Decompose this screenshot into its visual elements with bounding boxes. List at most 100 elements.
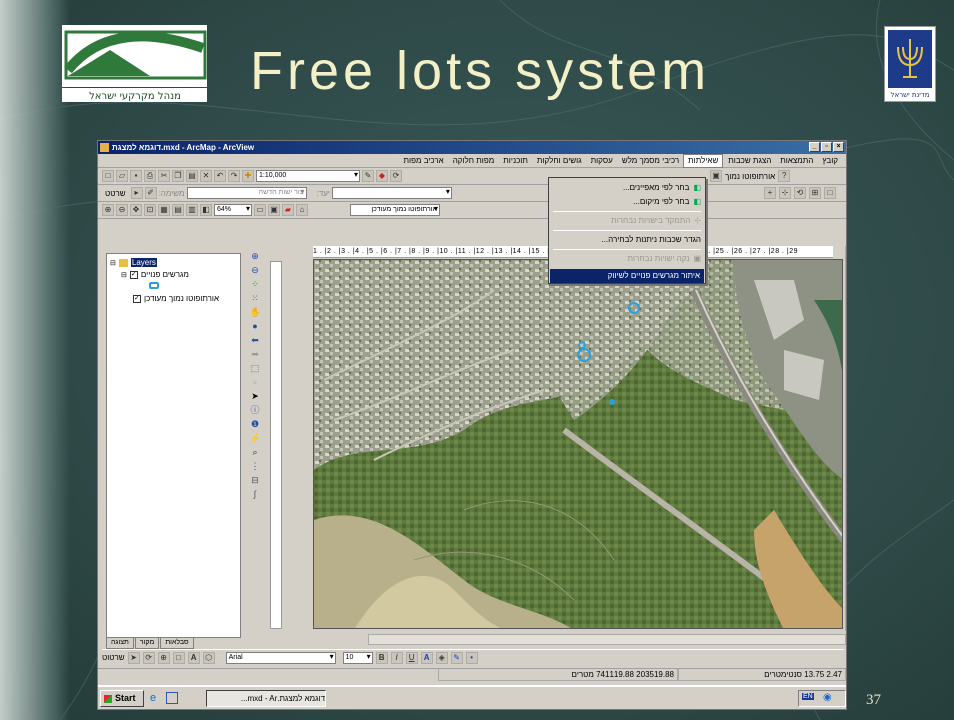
fixed-zoom-in-icon[interactable]: ▤ <box>172 204 184 216</box>
line-color-icon[interactable]: ✎ <box>450 651 463 664</box>
layout-icon[interactable]: ⌂ <box>296 204 308 216</box>
edit-tool-icon[interactable]: ▸ <box>130 187 143 199</box>
add-data-icon[interactable]: ✚ <box>242 170 254 182</box>
edit-vertices-icon[interactable]: ⬡ <box>202 651 215 664</box>
language-indicator[interactable]: EN <box>802 693 814 700</box>
menu-find-free-lots[interactable]: איתור מגרשים פנויים לשיווק <box>550 269 704 283</box>
start-button[interactable]: Start <box>100 690 144 707</box>
pan-icon[interactable]: ✋ <box>250 307 261 318</box>
menu-clear-selection[interactable]: ▣ נקה ישויות נבחרות <box>628 252 701 266</box>
hyperlink-icon[interactable]: ⚡ <box>250 433 261 444</box>
forward-extent-icon[interactable]: ➡ <box>250 349 261 360</box>
info-icon[interactable]: ❶ <box>250 419 261 430</box>
select-elements-icon[interactable]: ➤ <box>127 651 140 664</box>
select-elements-icon[interactable]: ➤ <box>250 391 261 402</box>
go-to-xy-icon[interactable]: ⋮ <box>250 461 261 472</box>
previous-extent-icon[interactable]: ◧ <box>200 204 212 216</box>
new-icon[interactable]: □ <box>102 170 114 182</box>
toc-layer-free-lots[interactable]: ⊟ ✓ מגרשים פנויים <box>121 270 189 279</box>
pan-page-icon[interactable]: ✥ <box>130 204 142 216</box>
taskbar-arcmap-item[interactable]: דוגמא למצגת.mxd - Ar... <box>206 690 326 707</box>
bold-button[interactable]: B <box>375 651 388 664</box>
fill-color-icon[interactable]: ◈ <box>435 651 448 664</box>
zoom-in-icon[interactable]: ⊕ <box>250 251 261 262</box>
map-view[interactable] <box>313 259 843 629</box>
toc-layer-orthophoto[interactable]: ✓ אורתופוטו נמוך מעודכן <box>133 294 219 303</box>
underline-button[interactable]: U <box>405 651 418 664</box>
minimize-button[interactable]: _ <box>809 142 820 152</box>
save-icon[interactable]: ▪ <box>130 170 142 182</box>
change-layout-icon[interactable]: ▰ <box>282 204 294 216</box>
editor-icon[interactable]: ✎ <box>362 170 374 182</box>
marker-color-icon[interactable]: • <box>465 651 478 664</box>
zoom-combo[interactable]: 64% <box>214 204 252 216</box>
zoom-whole-page-icon[interactable]: ⊡ <box>144 204 156 216</box>
delete-icon[interactable]: ✕ <box>200 170 212 182</box>
clear-selection-icon[interactable]: ▫ <box>250 377 261 388</box>
layer-combo[interactable]: אורתופוטו נמוך מעודכן <box>350 204 440 216</box>
fixed-zoom-out-icon[interactable]: ▥ <box>186 204 198 216</box>
tab-source[interactable]: מקור <box>134 638 160 649</box>
rotate-icon[interactable]: ⟲ <box>794 187 806 199</box>
layer-checkbox[interactable]: ✓ <box>129 270 138 279</box>
paste-icon[interactable]: ▤ <box>186 170 198 182</box>
focus-frame-icon[interactable]: ▣ <box>268 204 280 216</box>
menu-file[interactable]: קובץ <box>817 155 842 167</box>
open-icon[interactable]: ▱ <box>116 170 128 182</box>
menu-select-by-attributes[interactable]: ◧ בחר לפי מאפיינים... <box>623 181 701 195</box>
menu-parcels[interactable]: גושים וחלקות <box>532 155 586 167</box>
menu-division-maps[interactable]: מפות חלוקה <box>448 155 499 167</box>
split-icon[interactable]: ⊹ <box>779 187 791 199</box>
drawing-menu[interactable]: שרטוט <box>102 653 125 662</box>
cut-icon[interactable]: ✂ <box>158 170 170 182</box>
sketch-tool-icon[interactable]: ✐ <box>144 187 157 199</box>
attributes-icon[interactable]: ⊞ <box>809 187 821 199</box>
whats-this-icon[interactable]: ? <box>778 170 791 182</box>
italic-button[interactable]: I <box>390 651 403 664</box>
target-combo[interactable] <box>331 187 452 199</box>
back-extent-icon[interactable]: ⬅ <box>250 335 261 346</box>
menu-map-archive[interactable]: ארכיב מפות <box>399 155 448 167</box>
menu-deals[interactable]: עסקות <box>586 155 617 167</box>
tab-selection[interactable]: סבלאות <box>160 638 194 649</box>
print-icon[interactable]: ⎙ <box>144 170 156 182</box>
zoom-in-page-icon[interactable]: ⊕ <box>102 204 114 216</box>
menu-layers[interactable]: הצגת שכבות <box>723 155 775 167</box>
rectangle-icon[interactable]: □ <box>172 651 185 664</box>
zoom-100-icon[interactable]: ▦ <box>158 204 170 216</box>
snap-icon[interactable]: + <box>764 187 776 199</box>
maximize-button[interactable]: ▫ <box>821 142 832 152</box>
rotate-icon[interactable]: ⟳ <box>142 651 155 664</box>
tab-display[interactable]: תצוגה <box>106 638 134 649</box>
select-features-icon[interactable]: ⬚ <box>250 363 261 374</box>
toggle-draft-icon[interactable]: ▭ <box>254 204 266 216</box>
vertical-scrollbar[interactable] <box>845 246 846 631</box>
zoom-icon[interactable]: ⊕ <box>157 651 170 664</box>
network-icon[interactable]: ◉ <box>823 692 832 703</box>
menu-plans[interactable]: תוכניות <box>498 155 532 167</box>
task-combo[interactable]: צור ישות חדשה <box>186 187 307 199</box>
arctoolbox-icon[interactable]: ◆ <box>376 170 388 182</box>
quicklaunch-ie-icon[interactable]: e <box>150 692 162 704</box>
layer-checkbox[interactable]: ✓ <box>133 294 141 303</box>
font-combo[interactable]: Arial <box>225 651 336 664</box>
menu-select-by-location[interactable]: ◧ בחר לפי מיקום... <box>633 195 701 209</box>
full-extent-icon[interactable]: ● <box>250 321 261 332</box>
fixed-zoom-out-icon[interactable]: ⁙ <box>250 293 261 304</box>
scale-combo[interactable]: 1:10,000 <box>256 170 360 182</box>
quicklaunch-desktop-icon[interactable] <box>166 692 178 704</box>
menu-zoom-selected[interactable]: ⊹ התמקד בישויות נבחרות <box>611 214 701 228</box>
time-slider-icon[interactable]: ∫ <box>250 489 261 500</box>
menu-queries[interactable]: שאילתות <box>683 153 724 168</box>
menu-set-selectable-layers[interactable]: הגדר שכבות ניתנות לבחירה... <box>601 233 701 247</box>
zoom-out-icon[interactable]: ⊖ <box>250 265 261 276</box>
sketch-props-icon[interactable]: □ <box>824 187 836 199</box>
font-size-combo[interactable]: 10 <box>342 651 373 664</box>
identify-icon[interactable]: ⟳ <box>390 170 402 182</box>
measure-icon[interactable]: ⊟ <box>250 475 261 486</box>
draw-menu[interactable]: שרטט <box>102 189 129 198</box>
zoom-out-page-icon[interactable]: ⊖ <box>116 204 128 216</box>
font-color-icon[interactable]: A <box>420 651 433 664</box>
menu-navigation[interactable]: התמצאות <box>775 155 817 167</box>
fixed-zoom-in-icon[interactable]: ⁘ <box>250 279 261 290</box>
